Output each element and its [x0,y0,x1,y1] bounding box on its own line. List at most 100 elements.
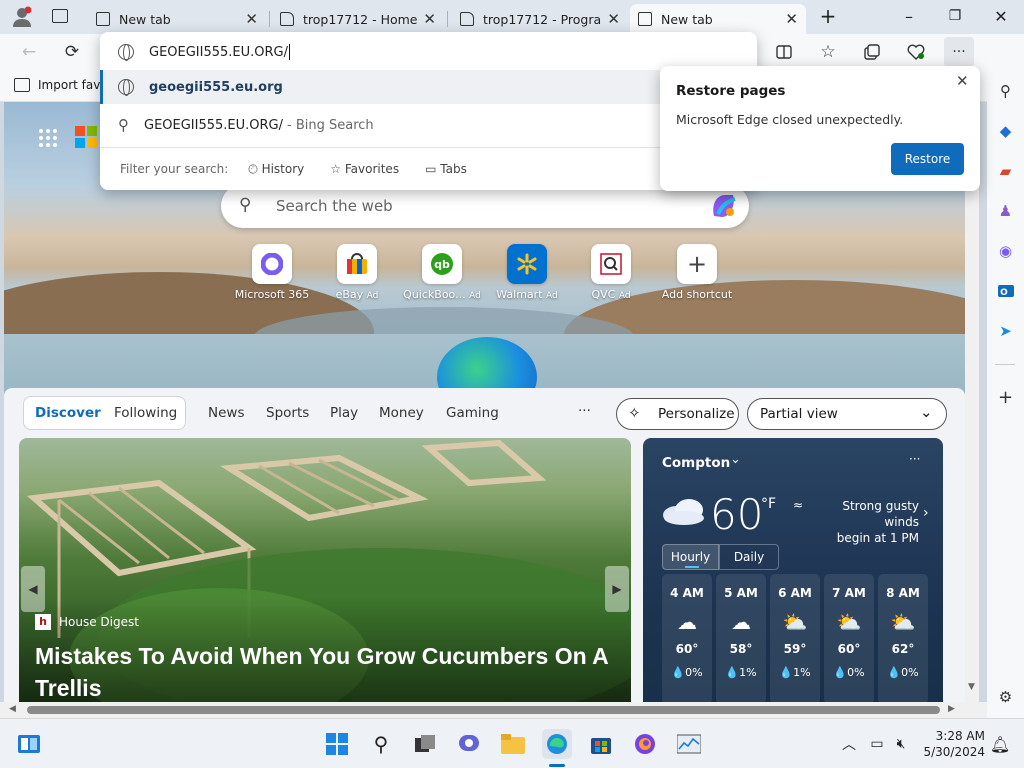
partly-cloudy-day-icon: ⛅ [782,610,808,634]
next-arrow-button[interactable]: ▶ [605,566,629,612]
notifications-icon[interactable]: 🔔︎ [985,729,1015,759]
send-icon[interactable]: ➤ [987,316,1024,346]
back-icon[interactable]: ← [14,37,44,67]
shortcut-walmart[interactable]: Walmart Ad [485,244,569,301]
shortcut-microsoft365[interactable]: Microsoft 365 [230,244,314,301]
hour-forecast[interactable]: 4 AM ☁ 60° 💧0% [662,574,712,702]
tab-discover[interactable]: Discover [35,405,101,421]
horizontal-scrollbar[interactable]: ◀ ▶ [0,702,987,718]
task-view-icon[interactable] [410,729,440,759]
scroll-down-arrow-icon[interactable]: ▼ [968,682,975,692]
chevron-up-icon[interactable]: ︿ [834,729,864,759]
vertical-scrollbar[interactable]: ▼ [965,102,979,702]
microsoft365-sidebar-icon[interactable]: ◉ [987,236,1024,266]
scroll-right-arrow-icon[interactable]: ▶ [948,704,955,714]
hour-forecast[interactable]: 6 AM ⛅ 59° 💧1% [770,574,820,702]
nav-gaming[interactable]: Gaming [446,405,499,421]
tab-new-tab-1[interactable]: New tab ✕ [88,4,266,34]
edge-icon[interactable] [542,729,572,759]
clock[interactable]: 3:28 AM 5/30/2024 [915,728,985,760]
profile-icon[interactable] [12,6,32,28]
tab-following[interactable]: Following [114,405,177,421]
store-icon[interactable] [586,729,616,759]
scrollbar-thumb[interactable] [27,706,940,714]
hour-forecast[interactable]: 5 AM ☁ 58° 💧1% [716,574,766,702]
filter-history[interactable]: 🕘︎ History [248,162,304,177]
close-tab-icon[interactable]: ✕ [785,10,798,28]
tab-new-tab-active[interactable]: New tab ✕ [630,4,806,34]
tab-trop-home[interactable]: trop17712 - Home ✕ [272,4,444,34]
weather-location[interactable]: Compton [662,455,730,471]
close-tab-icon[interactable]: ✕ [423,10,436,28]
weather-more-icon[interactable]: ··· [909,452,920,466]
nav-news[interactable]: News [208,405,244,421]
news-headline[interactable]: Mistakes To Avoid When You Grow Cucumber… [35,640,609,702]
filter-tabs[interactable]: ▭ Tabs [425,162,467,176]
sidebar-settings-icon[interactable]: ⚙ [987,682,1024,712]
apps-launcher-icon[interactable] [38,128,58,148]
restore-button[interactable]: Restore [891,143,964,175]
task-manager-icon[interactable] [674,729,704,759]
volume-muted-icon[interactable]: 🔇︎ [886,729,916,759]
suggestion-site[interactable]: geoegii555.eu.org [100,70,757,104]
import-favorites-link[interactable]: Import favo [38,78,108,92]
shopping-tag-icon[interactable]: ◆ [987,116,1024,146]
add-sidebar-icon[interactable]: + [987,382,1024,412]
shortcut-quickbooks[interactable]: qb QuickBoo... Ad [400,244,484,301]
tab-trop-programs[interactable]: trop17712 - Programs ✕ [452,4,628,34]
nav-sports[interactable]: Sports [266,405,309,421]
minimize-button[interactable]: – [886,0,932,32]
news-card[interactable]: ◀ ▶ h House Digest Mistakes To Avoid Whe… [19,438,631,702]
nav-play[interactable]: Play [330,405,358,421]
scroll-left-arrow-icon[interactable]: ◀ [9,704,16,714]
copilot-search-icon[interactable] [709,192,739,220]
hour-forecast[interactable]: 7 AM ⛅ 60° 💧0% [824,574,874,702]
settings-more-icon[interactable]: ··· [944,37,974,67]
personalize-button[interactable]: ✧ Personalize [616,398,739,430]
address-input-row[interactable]: GEOEGII555.EU.ORG/ [100,36,757,68]
shortcut-ebay[interactable]: eBay Ad [315,244,399,301]
close-window-button[interactable]: ✕ [978,0,1024,32]
partly-cloudy-night-icon: ☁ [677,610,697,634]
shortcut-qvc[interactable]: QVC Ad [569,244,653,301]
weather-unit[interactable]: °F [761,496,776,512]
chevron-right-icon[interactable]: › [923,505,929,521]
chevron-down-icon[interactable]: ⌄ [730,452,741,467]
nav-money[interactable]: Money [379,405,424,421]
search-icon[interactable]: ⚲ [366,729,396,759]
hour-forecast[interactable]: 8 AM ⛅ 62° 💧0% [878,574,928,702]
tools-icon[interactable]: ▰ [987,156,1024,186]
close-icon[interactable]: ✕ [956,72,969,90]
filter-favorites[interactable]: ☆ Favorites [330,162,399,176]
weather-alert[interactable]: Strong gusty winds begin at 1 PM [809,498,919,546]
collections-icon[interactable] [857,37,887,67]
favorites-star-icon[interactable]: ☆ [813,37,843,67]
file-explorer-icon[interactable] [498,729,528,759]
browser-essentials-icon[interactable] [901,37,931,67]
outlook-icon[interactable]: O [987,276,1024,306]
tab-hourly[interactable]: Hourly [662,544,719,570]
tab-actions-icon[interactable] [52,9,68,23]
chat-icon[interactable] [454,729,484,759]
people-icon[interactable]: ♟ [987,196,1024,226]
more-nav-icon[interactable]: ··· [578,403,591,419]
restore-window-button[interactable]: ❐ [932,0,978,32]
tab-daily[interactable]: Daily [719,544,779,570]
split-screen-icon[interactable] [769,37,799,67]
close-tab-icon[interactable]: ✕ [245,10,258,28]
refresh-icon[interactable]: ⟳ [57,37,87,67]
new-tab-button[interactable]: + [808,0,848,32]
microsoft-logo-icon [75,126,97,148]
firefox-icon[interactable] [630,729,660,759]
widgets-icon[interactable] [14,729,44,759]
suggestion-bing-search[interactable]: ⚲ GEOEGII555.EU.ORG/ - Bing Search [100,108,757,142]
close-tab-icon[interactable]: ✕ [607,10,620,28]
search-icon[interactable]: ⚲ [987,76,1024,106]
search-filters: Filter your search: 🕘︎ History ☆ Favorit… [120,161,467,177]
address-input[interactable]: GEOEGII555.EU.ORG/ [149,45,288,60]
shortcut-add[interactable]: + Add shortcut [655,244,739,301]
start-icon[interactable] [322,729,352,759]
view-select[interactable]: Partial view ⌄ [747,398,947,430]
prev-arrow-button[interactable]: ◀ [21,566,45,612]
weather-card[interactable]: Compton ⌄ ··· 60 °F ≈ Strong gusty winds… [643,438,943,702]
